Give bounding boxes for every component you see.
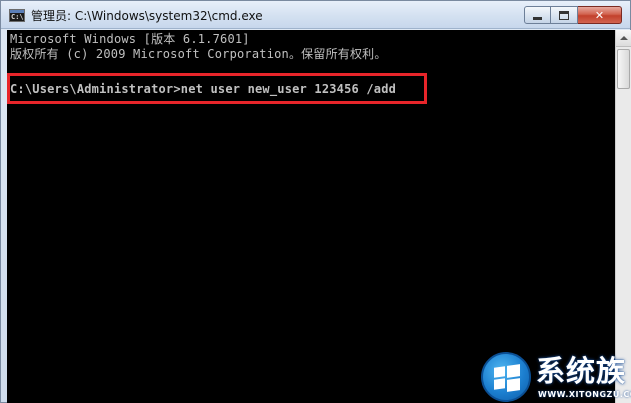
cmd-window: C:\ 管理员: C:\Windows\system32\cmd.exe ✕ M… <box>0 0 631 403</box>
scroll-thumb[interactable] <box>617 49 630 89</box>
watermark-url: WWW.XITONGZU.COM <box>538 390 631 399</box>
maximize-icon <box>559 10 569 20</box>
windows-logo-icon <box>481 352 531 402</box>
scroll-up-button[interactable] <box>616 30 631 47</box>
arrow-up-icon <box>619 36 628 40</box>
minimize-button[interactable] <box>524 6 551 24</box>
app-icon-label: C:\ <box>11 13 24 21</box>
close-button[interactable]: ✕ <box>578 6 622 24</box>
minimize-icon <box>533 16 542 20</box>
title-bar[interactable]: C:\ 管理员: C:\Windows\system32\cmd.exe ✕ <box>1 1 630 29</box>
console-line-version: Microsoft Windows [版本 6.1.7601] <box>10 32 250 46</box>
console-line-copyright: 版权所有 (c) 2009 Microsoft Corporation。保留所有… <box>10 47 387 61</box>
window-title: 管理员: C:\Windows\system32\cmd.exe <box>31 9 263 23</box>
site-watermark: 系统族 WWW.XITONGZU.COM <box>481 352 631 403</box>
cmd-app-icon[interactable]: C:\ <box>9 9 25 22</box>
vertical-scrollbar[interactable] <box>615 30 631 403</box>
watermark-brand-name: 系统族 <box>536 354 627 388</box>
console-output[interactable]: Microsoft Windows [版本 6.1.7601] 版权所有 (c)… <box>7 30 615 403</box>
caption-buttons: ✕ <box>524 6 622 24</box>
maximize-button[interactable] <box>551 6 578 24</box>
command-highlight-box <box>7 73 427 104</box>
close-icon: ✕ <box>594 8 605 22</box>
